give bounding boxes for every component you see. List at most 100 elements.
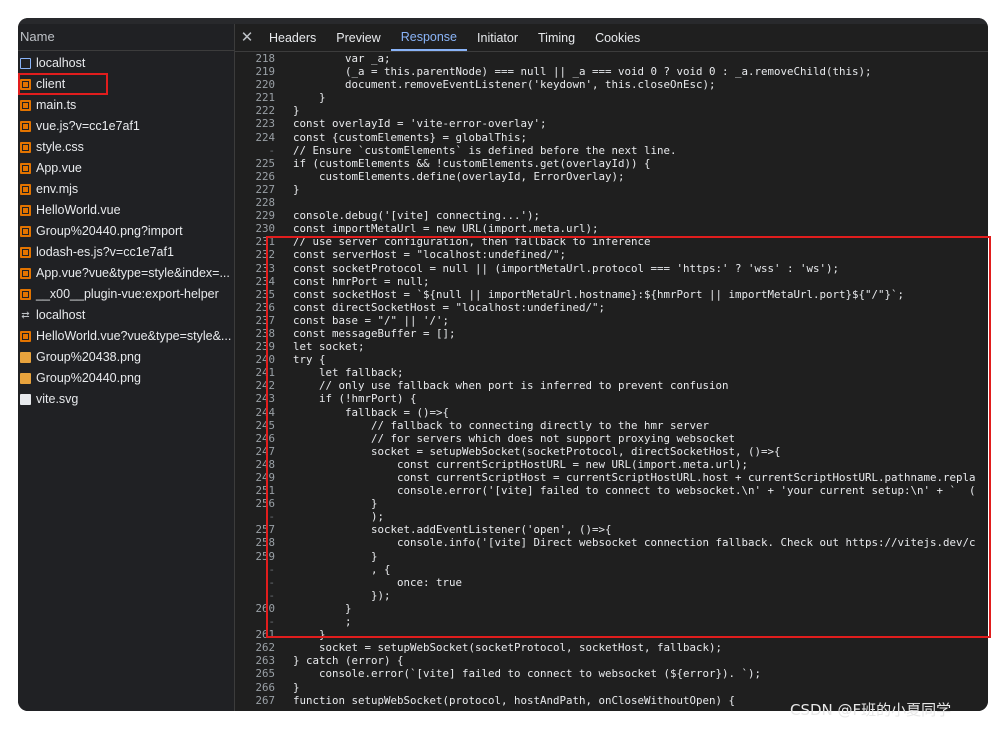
code-line: 231 // use server configuration, then fal… [235, 235, 988, 248]
request-item[interactable]: style.css [18, 137, 234, 158]
request-item[interactable]: Group%20438.png [18, 347, 234, 368]
close-icon[interactable]: ✕ [235, 25, 259, 51]
line-number: 242 [255, 379, 275, 393]
line-number: 262 [255, 641, 275, 655]
code-text: if (customElements && !customElements.ge… [293, 156, 651, 170]
code-line: - ); [235, 510, 988, 523]
line-number: 225 [255, 156, 275, 170]
line-number: - [268, 615, 275, 629]
code-text: // use server configuration, then fallba… [293, 235, 651, 249]
code-line: - ; [235, 615, 988, 628]
line-number: 226 [255, 169, 275, 183]
line-number: 235 [255, 287, 275, 301]
tab-headers[interactable]: Headers [259, 25, 326, 51]
code-line: 224 const {customElements} = globalThis; [235, 131, 988, 144]
line-number: 240 [255, 353, 275, 367]
request-item[interactable]: main.ts [18, 95, 234, 116]
document-icon [20, 58, 31, 69]
code-line: 227} [235, 183, 988, 196]
line-number: 241 [255, 366, 275, 380]
code-line: 236 const directSocketHost = "localhost:u… [235, 301, 988, 314]
code-text: ); [293, 510, 385, 524]
code-line: 246 // for servers which does not suppor… [235, 432, 988, 445]
line-number: 258 [255, 536, 275, 550]
request-item-label: Group%20440.png [36, 371, 141, 385]
code-text: console.error('[vite] failed to connect … [293, 484, 976, 498]
line-number: 231 [255, 235, 275, 249]
code-text: } [293, 601, 352, 615]
line-number: 244 [255, 405, 275, 419]
request-item[interactable]: vite.svg [18, 389, 234, 410]
script-icon [20, 268, 31, 279]
line-number: - [268, 575, 275, 589]
line-number: 229 [255, 209, 275, 223]
script-icon [20, 331, 31, 342]
code-text: } catch (error) { [293, 654, 404, 668]
request-item[interactable]: App.vue [18, 158, 234, 179]
code-line: 233 const socketProtocol = null || (impor… [235, 262, 988, 275]
tab-preview[interactable]: Preview [326, 25, 390, 51]
request-item[interactable]: App.vue?vue&type=style&index=... [18, 263, 234, 284]
tab-response[interactable]: Response [390, 25, 468, 51]
code-text: // fallback to connecting directly to th… [293, 418, 710, 432]
code-text: const hmrPort = null; [293, 274, 430, 288]
image-icon [20, 352, 31, 363]
line-number: 249 [255, 471, 275, 484]
line-number: 230 [255, 222, 275, 236]
request-item[interactable]: lodash-es.js?v=cc1e7af1 [18, 242, 234, 263]
code-line: 249 const currentScriptHost = currentScr… [235, 471, 988, 484]
line-number: 233 [255, 261, 275, 275]
code-text: } [293, 104, 300, 118]
line-number: 227 [255, 182, 275, 196]
tab-initiator[interactable]: Initiator [467, 25, 528, 51]
code-text: } [293, 628, 326, 642]
line-number: 259 [255, 549, 275, 563]
request-item[interactable]: localhost [18, 53, 234, 74]
code-line: 223 const overlayId = 'vite-error-overlay… [235, 117, 988, 130]
code-text: const socketHost = `${null || importMeta… [293, 287, 905, 301]
code-line: 235 const socketHost = `${null || importM… [235, 288, 988, 301]
line-number: 239 [255, 340, 275, 354]
line-number: - [268, 562, 275, 576]
request-item-label: Group%20438.png [36, 350, 141, 364]
code-text: const currentScriptHostURL = new URL(imp… [293, 457, 749, 471]
response-code-view[interactable]: 218 var _a; 219 (_a = this.parentNode) ==… [235, 52, 988, 711]
script-icon [20, 205, 31, 216]
code-line: 238 const messageBuffer = []; [235, 327, 988, 340]
code-line: 221 } [235, 91, 988, 104]
request-item-label: localhost [36, 56, 86, 70]
request-item[interactable]: ⇄ localhost [18, 305, 234, 326]
tab-cookies[interactable]: Cookies [585, 25, 650, 51]
code-text: const directSocketHost = "localhost:unde… [293, 300, 606, 314]
code-text: socket = setupWebSocket(socketProtocol, … [293, 444, 781, 458]
request-item[interactable]: Group%20440.png [18, 368, 234, 389]
code-text: (_a = this.parentNode) === null || _a ==… [293, 65, 872, 79]
request-item[interactable]: __x00__plugin-vue:export-helper [18, 284, 234, 305]
request-item[interactable]: HelloWorld.vue [18, 200, 234, 221]
code-text: } [293, 91, 326, 105]
line-number: 261 [255, 628, 275, 642]
code-line: 251 console.error('[vite] failed to conn… [235, 484, 988, 497]
code-line: 262 socket = setupWebSocket(socketProtoc… [235, 641, 988, 654]
request-item-label: HelloWorld.vue?vue&type=style&... [36, 329, 232, 343]
request-item[interactable]: vue.js?v=cc1e7af1 [18, 116, 234, 137]
request-item[interactable]: Group%20440.png?import [18, 221, 234, 242]
request-item[interactable]: HelloWorld.vue?vue&type=style&... [18, 326, 234, 347]
line-number: - [268, 143, 275, 157]
code-line: - once: true [235, 576, 988, 589]
request-item[interactable]: env.mjs [18, 179, 234, 200]
image-icon [20, 373, 31, 384]
code-line: 261 } [235, 628, 988, 641]
request-item-label: main.ts [36, 98, 77, 112]
code-text: } [293, 549, 378, 563]
code-line: - }); [235, 589, 988, 602]
line-number: 260 [255, 601, 275, 615]
request-item-label: App.vue [36, 161, 82, 175]
line-number: 218 [255, 52, 275, 65]
network-request-list: Name localhost client main.ts vue.js?v=cc1e… [18, 24, 235, 711]
line-number: 236 [255, 300, 275, 314]
tab-timing[interactable]: Timing [528, 25, 585, 51]
script-icon [20, 163, 31, 174]
name-column-header[interactable]: Name [18, 24, 234, 51]
code-line: 237 const base = "/" || '/'; [235, 314, 988, 327]
